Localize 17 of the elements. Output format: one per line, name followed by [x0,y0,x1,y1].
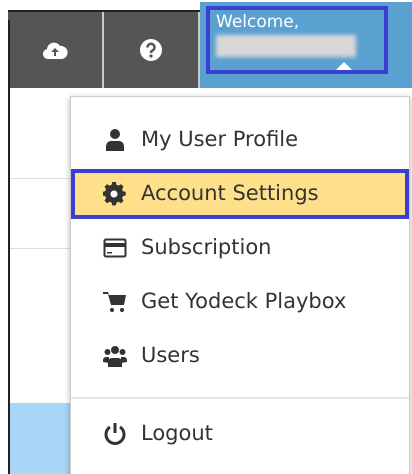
help-button[interactable] [104,12,200,88]
cloud-upload-icon [42,40,68,60]
credit-card-icon [103,236,127,260]
help-icon [140,39,162,61]
user-icon [103,128,127,152]
menu-item[interactable]: Subscription [71,223,409,273]
upload-button[interactable] [8,12,104,88]
menu-item[interactable]: Logout [71,409,409,459]
power-icon [103,422,127,446]
gear-icon [103,182,127,206]
cart-icon [103,290,127,314]
menu-item[interactable]: Account Settings [71,169,409,219]
panel-background [10,403,72,474]
menu-item[interactable]: Get Yodeck Playbox [71,277,409,327]
menu-item[interactable]: My User Profile [71,115,409,165]
users-icon [103,344,127,368]
menu-item[interactable]: Users [71,331,409,381]
